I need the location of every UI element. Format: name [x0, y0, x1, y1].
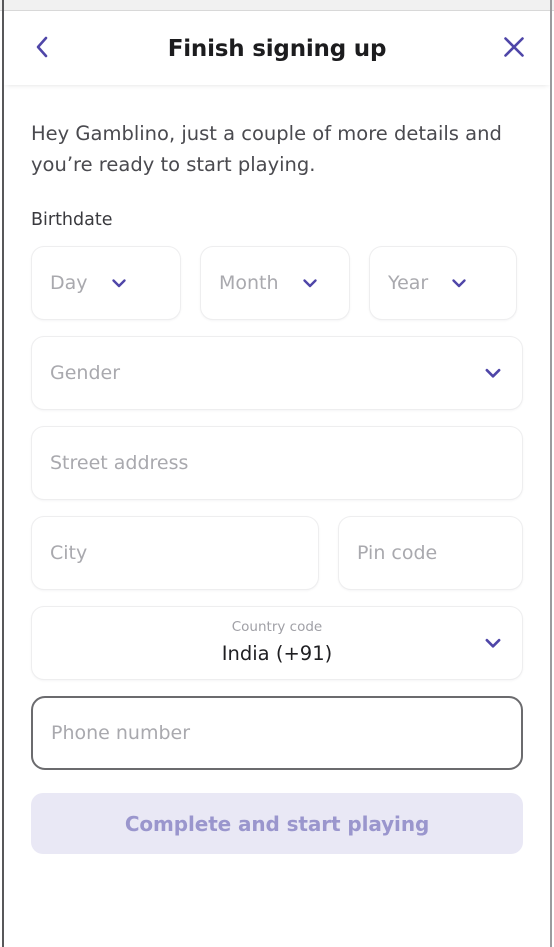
phone-number-placeholder: Phone number — [51, 722, 191, 744]
pin-code-input[interactable]: Pin code — [338, 516, 523, 590]
chevron-down-icon — [483, 363, 503, 383]
chevron-down-icon — [110, 274, 128, 292]
chevron-down-icon — [301, 274, 319, 292]
city-input[interactable]: City — [31, 516, 319, 590]
street-address-input[interactable]: Street address — [31, 426, 523, 500]
page-title: Finish signing up — [167, 35, 387, 62]
browser-viewport: Finish signing up Hey Gamblino, just a c… — [0, 0, 554, 947]
birthdate-day-select[interactable]: Day — [31, 246, 181, 320]
birthdate-label: Birthdate — [31, 210, 113, 230]
city-pin-row: City Pin code — [31, 516, 523, 590]
phone-number-input[interactable]: Phone number — [31, 696, 523, 770]
birthdate-month-select[interactable]: Month — [200, 246, 350, 320]
greeting-text: Hey Gamblino, just a couple of more deta… — [31, 122, 502, 176]
gender-select[interactable]: Gender — [31, 336, 523, 410]
country-code-value: India (+91) — [221, 641, 333, 665]
browser-top-strip — [0, 0, 554, 11]
modal-header: Finish signing up — [4, 12, 550, 85]
birthdate-month-placeholder: Month — [219, 272, 279, 294]
birthdate-day-placeholder: Day — [50, 272, 88, 294]
chevron-down-icon — [450, 274, 468, 292]
signup-form: Hey Gamblino, just a couple of more deta… — [4, 118, 550, 854]
birthdate-year-select[interactable]: Year — [369, 246, 517, 320]
signup-app: Finish signing up Hey Gamblino, just a c… — [4, 12, 550, 947]
birthdate-row: Day Month Year — [31, 246, 523, 320]
chevron-down-icon — [483, 633, 503, 653]
window-right-edge — [550, 0, 552, 947]
country-code-label: Country code — [231, 619, 323, 636]
close-icon — [501, 34, 527, 64]
close-button[interactable] — [492, 27, 536, 71]
country-code-select[interactable]: Country code India (+91) — [31, 606, 523, 680]
back-button[interactable] — [20, 27, 64, 71]
city-placeholder: City — [50, 542, 88, 564]
gender-placeholder: Gender — [50, 362, 121, 384]
complete-and-start-playing-button[interactable]: Complete and start playing — [31, 793, 523, 854]
birthdate-year-placeholder: Year — [388, 272, 429, 294]
chevron-left-icon — [32, 33, 52, 65]
pin-code-placeholder: Pin code — [357, 542, 438, 564]
street-address-placeholder: Street address — [50, 452, 189, 474]
